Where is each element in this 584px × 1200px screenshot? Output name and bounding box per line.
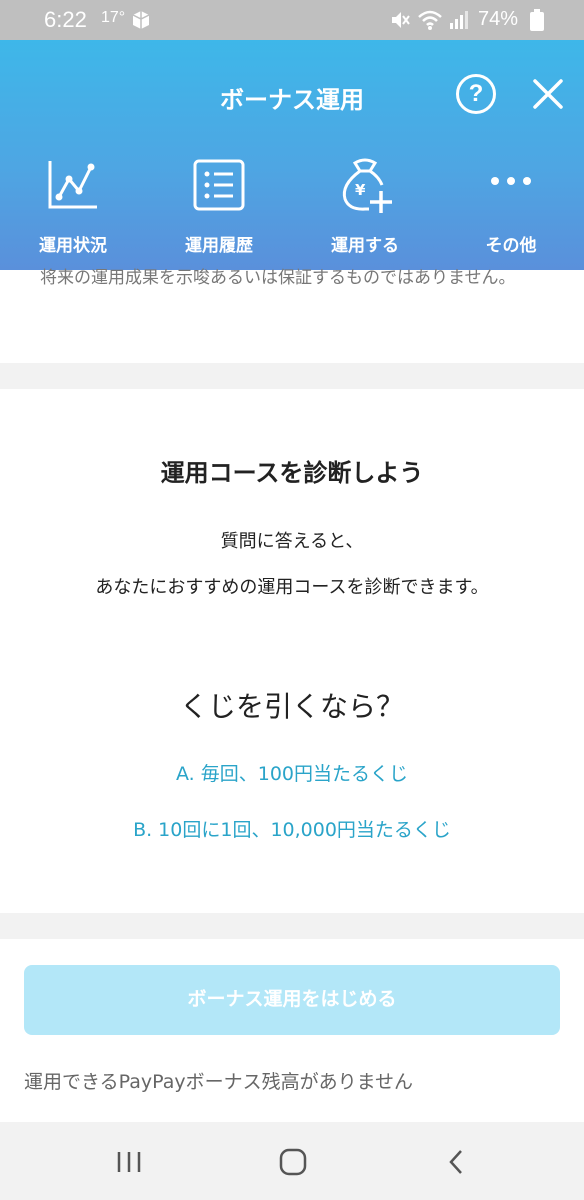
more-icon bbox=[491, 177, 531, 185]
disclaimer-card: 将来の運用成果を示唆あるいは保証するものではありません。 bbox=[0, 268, 584, 363]
list-icon bbox=[193, 159, 245, 211]
battery-percent: 74% bbox=[478, 8, 519, 30]
diagnosis-description-line2: あなたにおすすめの運用コースを診断できます。 bbox=[95, 577, 489, 598]
tab-status[interactable]: 運用状況 bbox=[0, 155, 146, 265]
option-b-link[interactable]: B. 10回に1回、10,000円当たるくじ bbox=[0, 815, 584, 842]
start-bonus-investment-button[interactable]: ボーナス運用をはじめる bbox=[24, 965, 560, 1035]
tab-invest[interactable]: ¥ 運用する bbox=[292, 155, 438, 265]
tab-history[interactable]: 運用履歴 bbox=[146, 155, 292, 265]
page-title: ボーナス運用 bbox=[220, 86, 364, 114]
tab-label: その他 bbox=[485, 236, 537, 256]
battery-icon bbox=[530, 9, 544, 31]
balance-note: 運用できるPayPayボーナス残高がありません bbox=[24, 1071, 414, 1093]
wifi-icon bbox=[418, 10, 442, 30]
chart-icon bbox=[48, 161, 97, 209]
tab-bar: 運用状況 運用履歴 ¥ 運用する その他 bbox=[0, 155, 584, 265]
start-card: ボーナス運用をはじめる 運用できるPayPayボーナス残高がありません bbox=[0, 939, 584, 1122]
tab-label: 運用する bbox=[331, 236, 399, 256]
disclaimer-text: 将来の運用成果を示唆あるいは保証するものではありません。 bbox=[40, 268, 516, 288]
tab-label: 運用履歴 bbox=[185, 236, 253, 256]
close-icon[interactable] bbox=[530, 76, 566, 112]
notification-icon bbox=[132, 11, 150, 29]
help-button[interactable]: ? bbox=[456, 74, 496, 114]
status-bar: 6:22 17° 74% bbox=[0, 0, 584, 40]
status-time: 6:22 bbox=[44, 7, 87, 32]
diagnosis-description-line1: 質問に答えると、 bbox=[220, 531, 364, 552]
tab-label: 運用状況 bbox=[39, 236, 107, 256]
money-bag-plus-icon: ¥ bbox=[342, 158, 392, 213]
option-a-link[interactable]: A. 毎回、100円当たるくじ bbox=[0, 759, 584, 786]
back-icon[interactable] bbox=[446, 1148, 466, 1176]
status-temperature: 17° bbox=[101, 9, 126, 26]
svg-text:¥: ¥ bbox=[355, 181, 366, 199]
diagnosis-card: 運用コースを診断しよう 質問に答えると、 あなたにおすすめの運用コースを診断でき… bbox=[0, 389, 584, 913]
home-icon[interactable] bbox=[278, 1148, 308, 1176]
mute-icon bbox=[392, 12, 410, 28]
diagnosis-title: 運用コースを診断しよう bbox=[160, 459, 424, 487]
tab-more[interactable]: その他 bbox=[438, 155, 584, 265]
signal-icon bbox=[450, 11, 468, 29]
question-text: くじを引くなら？ bbox=[179, 690, 404, 723]
navigation-bar bbox=[0, 1122, 584, 1200]
recent-apps-icon[interactable] bbox=[114, 1150, 144, 1174]
header: ボーナス運用 ? 運用状況 運用履歴 ¥ 運用する その他 bbox=[0, 40, 584, 270]
